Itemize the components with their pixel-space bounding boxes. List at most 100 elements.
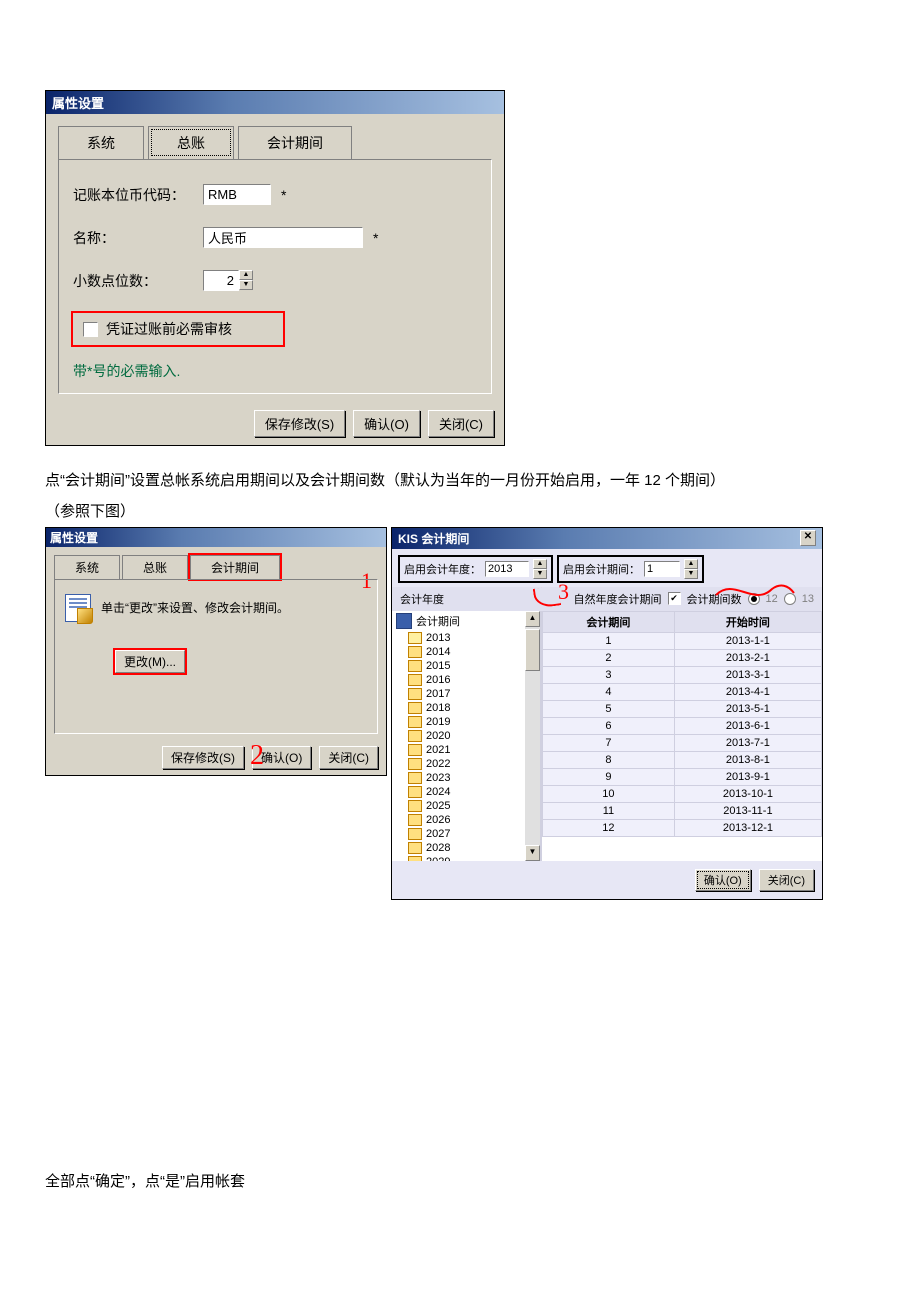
tab-system[interactable]: 系统 <box>54 555 120 579</box>
table-row[interactable]: 42013-4-1 <box>543 683 822 700</box>
close-button[interactable]: 关闭(C) <box>319 746 378 769</box>
close-button[interactable]: 关闭(C) <box>428 410 494 437</box>
dialog-title: KIS 会计期间 ✕ <box>392 528 822 549</box>
tree-item[interactable]: 2025 <box>408 799 540 813</box>
tab-bar: 系统 总账 会计期间 <box>46 114 504 159</box>
folder-icon <box>408 800 422 812</box>
natural-period-checkbox[interactable]: ✔ <box>668 592 681 605</box>
tree-item[interactable]: 2016 <box>408 673 540 687</box>
required-mark: * <box>373 230 378 246</box>
change-hint-text: 单击“更改”来设置、修改会计期间。 <box>101 599 289 616</box>
table-row[interactable]: 72013-7-1 <box>543 734 822 751</box>
tree-item-label: 2029 <box>426 856 450 861</box>
form-panel: 单击“更改”来设置、修改会计期间。 更改(M)... 2 <box>54 579 378 734</box>
cell-period: 10 <box>543 785 675 802</box>
year-tree: 会计期间 20132014201520162017201820192020202… <box>392 611 542 861</box>
close-button[interactable]: 关闭(C) <box>759 869 814 891</box>
enable-year-label: 启用会计年度： <box>404 561 481 577</box>
tree-item[interactable]: 2018 <box>408 701 540 715</box>
tree-item[interactable]: 2014 <box>408 645 540 659</box>
save-button[interactable]: 保存修改(S) <box>254 410 345 437</box>
ok-button[interactable]: 确认(O) <box>353 410 420 437</box>
tree-item[interactable]: 2019 <box>408 715 540 729</box>
tab-ledger[interactable]: 总账 <box>122 555 188 579</box>
tree-item[interactable]: 2021 <box>408 743 540 757</box>
tab-period[interactable]: 会计期间 <box>190 555 280 579</box>
tree-item[interactable]: 2013 <box>408 631 540 645</box>
tree-item-label: 2026 <box>426 814 450 826</box>
table-row[interactable]: 122013-12-1 <box>543 819 822 836</box>
enable-period-input[interactable] <box>644 561 680 577</box>
table-row[interactable]: 82013-8-1 <box>543 751 822 768</box>
tree-item-label: 2023 <box>426 772 450 784</box>
scroll-thumb[interactable] <box>525 629 540 671</box>
cell-start-date: 2013-1-1 <box>674 632 821 649</box>
scroll-down-icon[interactable]: ▼ <box>525 845 540 861</box>
table-row[interactable]: 12013-1-1 <box>543 632 822 649</box>
col-start-header: 开始时间 <box>674 611 821 632</box>
cell-period: 8 <box>543 751 675 768</box>
table-row[interactable]: 62013-6-1 <box>543 717 822 734</box>
folder-icon <box>408 772 422 784</box>
cell-start-date: 2013-11-1 <box>674 802 821 819</box>
table-row[interactable]: 102013-10-1 <box>543 785 822 802</box>
scroll-up-icon[interactable]: ▲ <box>525 611 540 627</box>
cell-start-date: 2013-3-1 <box>674 666 821 683</box>
spin-down[interactable]: ▼ <box>533 569 547 579</box>
tree-item[interactable]: 2020 <box>408 729 540 743</box>
natural-period-label: 自然年度会计期间 <box>574 591 662 607</box>
radio-13-label: 13 <box>802 593 814 605</box>
tree-item[interactable]: 2024 <box>408 785 540 799</box>
tab-ledger[interactable]: 总账 <box>148 126 234 159</box>
ok-button[interactable]: 确认(O) <box>695 869 751 891</box>
cell-start-date: 2013-8-1 <box>674 751 821 768</box>
tree-item-label: 2028 <box>426 842 450 854</box>
tree-item[interactable]: 2029 <box>408 855 540 861</box>
tab-period[interactable]: 会计期间 <box>238 126 352 159</box>
tree-item-label: 2020 <box>426 730 450 742</box>
spin-up[interactable]: ▲ <box>533 559 547 569</box>
cell-start-date: 2013-10-1 <box>674 785 821 802</box>
table-row[interactable]: 32013-3-1 <box>543 666 822 683</box>
tree-root-label: 会计期间 <box>416 613 460 629</box>
save-button[interactable]: 保存修改(S) <box>162 746 244 769</box>
table-row[interactable]: 112013-11-1 <box>543 802 822 819</box>
table-row[interactable]: 22013-2-1 <box>543 649 822 666</box>
spin-up[interactable]: ▲ <box>239 270 253 280</box>
tree-item[interactable]: 2027 <box>408 827 540 841</box>
tab-system[interactable]: 系统 <box>58 126 144 159</box>
tree-item-label: 2027 <box>426 828 450 840</box>
spin-up[interactable]: ▲ <box>684 559 698 569</box>
currency-name-input[interactable] <box>203 227 363 248</box>
spin-down[interactable]: ▼ <box>239 280 253 290</box>
tree-item[interactable]: 2026 <box>408 813 540 827</box>
folder-icon <box>408 688 422 700</box>
cell-period: 5 <box>543 700 675 717</box>
cell-period: 9 <box>543 768 675 785</box>
spin-down[interactable]: ▼ <box>684 569 698 579</box>
tree-item[interactable]: 2023 <box>408 771 540 785</box>
tab-bar: 系统 总账 会计期间 <box>46 547 386 579</box>
folder-icon <box>408 702 422 714</box>
tree-item[interactable]: 2022 <box>408 757 540 771</box>
currency-code-input[interactable] <box>203 184 271 205</box>
tree-item[interactable]: 2017 <box>408 687 540 701</box>
table-row[interactable]: 52013-5-1 <box>543 700 822 717</box>
audit-required-label: 凭证过账前必需审核 <box>106 319 232 339</box>
dialog-title: 属性设置 <box>46 528 386 547</box>
annotation-curve <box>714 581 796 603</box>
folder-icon <box>408 646 422 658</box>
tree-scrollbar[interactable]: ▲ ▼ <box>525 611 540 861</box>
enable-period-label: 启用会计期间： <box>563 561 640 577</box>
audit-required-checkbox[interactable] <box>83 322 98 337</box>
folder-icon <box>408 660 422 672</box>
enable-year-input[interactable] <box>485 561 529 577</box>
tree-item[interactable]: 2028 <box>408 841 540 855</box>
change-button[interactable]: 更改(M)... <box>115 650 185 673</box>
currency-name-label: 名称： <box>73 228 203 248</box>
table-row[interactable]: 92013-9-1 <box>543 768 822 785</box>
decimal-input[interactable] <box>203 270 239 291</box>
tree-item[interactable]: 2015 <box>408 659 540 673</box>
close-icon[interactable]: ✕ <box>800 530 816 546</box>
tree-item-label: 2014 <box>426 646 450 658</box>
